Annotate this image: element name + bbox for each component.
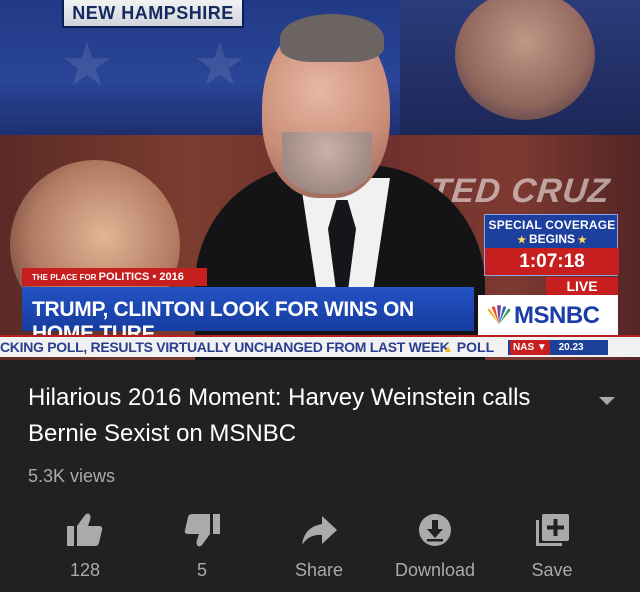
playlist-add-icon — [536, 514, 569, 546]
like-count: 128 — [69, 560, 101, 580]
thumbs-down-icon — [184, 514, 220, 547]
download-label: Download — [394, 560, 476, 580]
speaker-beard — [282, 132, 372, 194]
save-label: Save — [531, 560, 573, 580]
program-tag: THE PLACE FOR POLITICS • 2016 — [22, 268, 207, 286]
dislike-button[interactable]: 5 — [147, 506, 257, 586]
share-icon — [302, 516, 337, 545]
network-name: MSNBC — [514, 302, 600, 329]
peacock-icon — [487, 305, 511, 324]
ticker-text: CKING POLL, RESULTS VIRTUALLY UNCHANGED … — [0, 339, 450, 355]
peacock-icon: ▲ — [443, 344, 453, 355]
market-index-value: 20.23 — [558, 342, 584, 353]
coverage-title: SPECIAL COVERAGE — [488, 218, 616, 232]
download-icon — [419, 514, 451, 546]
network-logo: MSNBC — [478, 295, 618, 335]
speaker-hair — [280, 14, 384, 62]
news-ticker: CKING POLL, RESULTS VIRTUALLY UNCHANGED … — [0, 335, 640, 357]
coverage-countdown: 1:07:18 — [485, 248, 619, 275]
coverage-subtitle: ★ BEGINS ★ — [517, 232, 587, 246]
state-banner: NEW HAMPSHIRE — [62, 0, 244, 28]
download-button[interactable]: Download — [380, 506, 490, 586]
market-index-label: NAS ▼ — [510, 340, 550, 355]
video-title: Hilarious 2016 Moment: Harvey Weinstein … — [28, 384, 531, 447]
star-icon: ★ — [575, 235, 587, 246]
ticker-poll: ▲ POLL — [443, 339, 495, 355]
headline-bar: TRUMP, CLINTON LOOK FOR WINS ON HOME TUR… — [22, 287, 474, 345]
market-ticker: NAS ▼ 20.23 — [508, 340, 608, 355]
like-button[interactable]: 128 — [30, 506, 140, 586]
view-count: 5.3K views — [28, 466, 116, 486]
backdrop-name-text: TED CRUZ — [428, 172, 612, 210]
backdrop-stars: ★ ★ — [60, 30, 277, 100]
chevron-down-icon[interactable] — [598, 396, 616, 406]
video-player[interactable]: ★ ★ NEW HAMPSHIRE TED CRUZ SPECIAL COVER… — [0, 0, 640, 360]
live-badge: LIVE — [546, 277, 618, 295]
share-label: Share — [294, 560, 344, 580]
dislike-count: 5 — [196, 560, 207, 580]
save-button[interactable]: Save — [497, 506, 607, 586]
star-icon: ★ — [517, 235, 529, 246]
share-button[interactable]: Share — [264, 506, 374, 586]
special-coverage-box: SPECIAL COVERAGE ★ BEGINS ★ 1:07:18 — [484, 214, 619, 276]
thumbs-up-icon — [67, 513, 103, 546]
